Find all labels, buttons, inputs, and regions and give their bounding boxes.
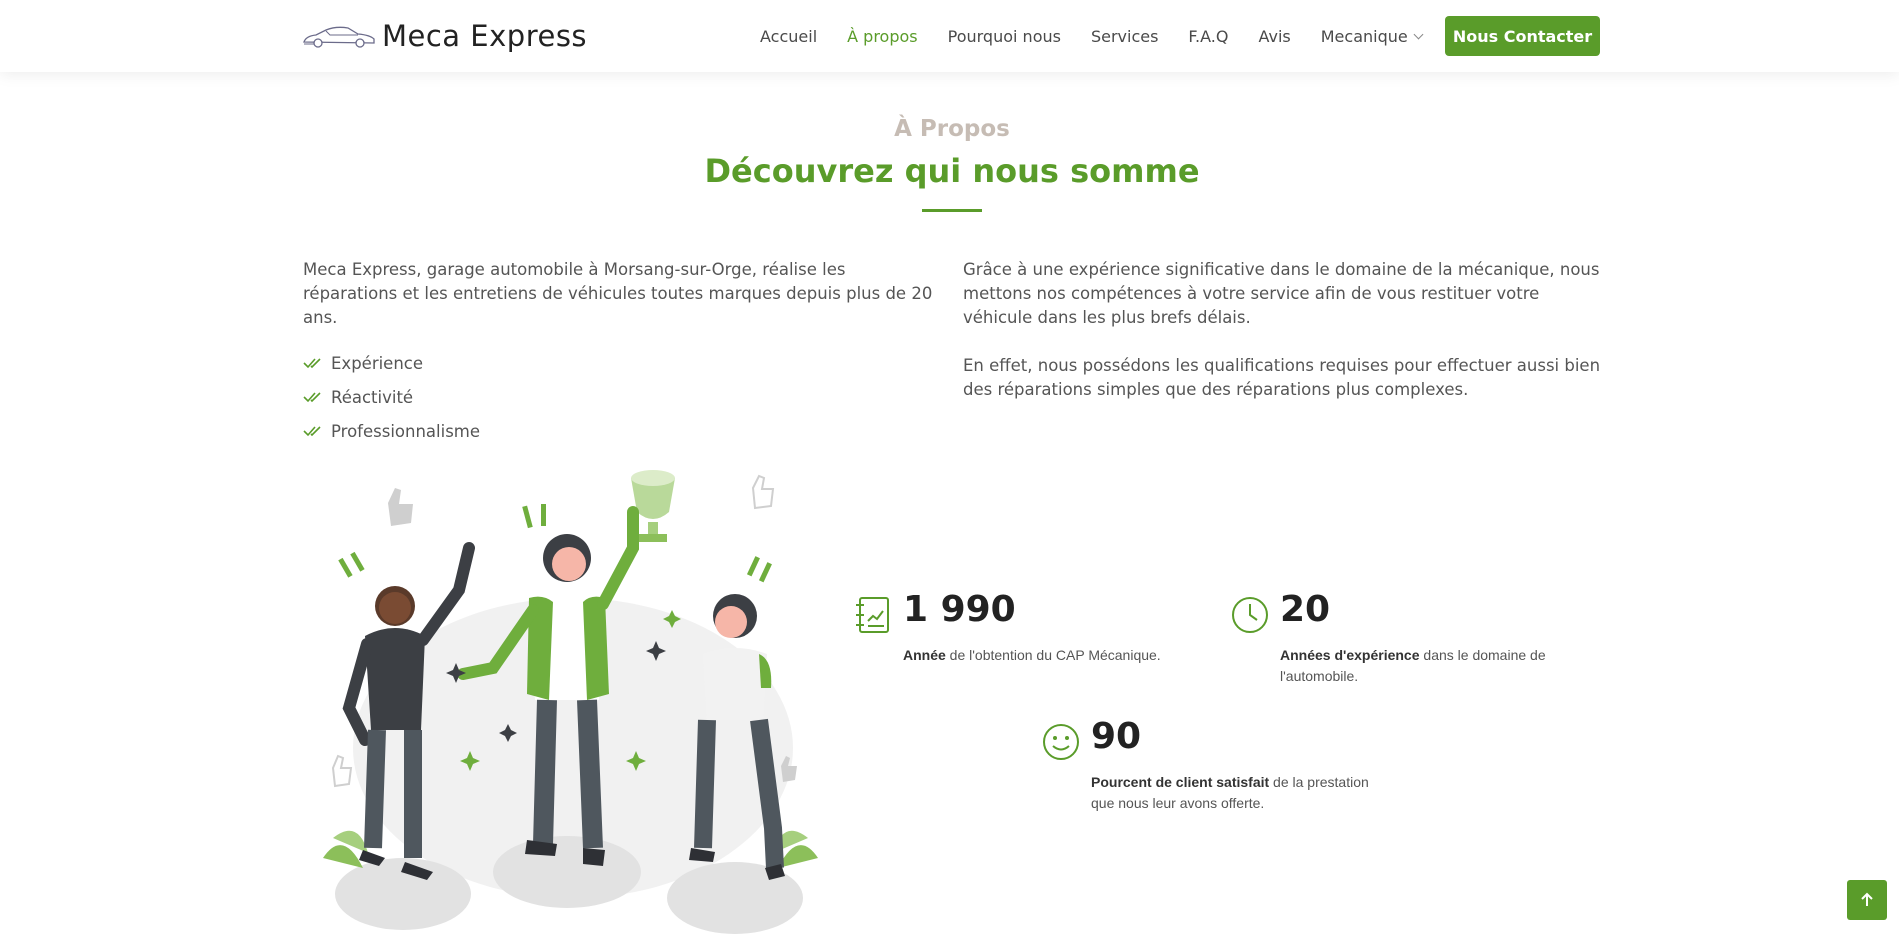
double-check-icon (303, 426, 321, 437)
nav-faq[interactable]: F.A.Q (1188, 27, 1228, 46)
section-eyebrow: À Propos (894, 116, 1010, 142)
stat-value: 1 990 (903, 589, 1016, 630)
values-list: Expérience Réactivité Professionnalisme (303, 346, 933, 448)
nav-a-propos[interactable]: À propos (847, 27, 917, 46)
list-item: Réactivité (303, 380, 933, 414)
stat-strong: Années d'expérience (1280, 647, 1420, 663)
nav-avis[interactable]: Avis (1258, 27, 1290, 46)
nav-pourquoi-nous[interactable]: Pourquoi nous (948, 27, 1061, 46)
about-intro: Meca Express, garage automobile à Morsan… (303, 260, 933, 327)
stat-value: 20 (1280, 589, 1331, 630)
stat-description: Pourcent de client satisfait de la prest… (1091, 772, 1381, 814)
document-chart-icon (856, 597, 889, 633)
arrow-up-icon (1861, 892, 1873, 906)
nav-services[interactable]: Services (1091, 27, 1158, 46)
stat-strong: Année (903, 647, 946, 663)
about-paragraph: En effet, nous possédons les qualificati… (963, 356, 1601, 399)
smile-icon (1043, 724, 1079, 760)
contact-button[interactable]: Nous Contacter (1445, 16, 1600, 56)
chevron-down-icon (1413, 29, 1424, 39)
nav-mecanique[interactable]: Mecanique (1320, 26, 1424, 46)
nav-mecanique-label: Mecanique (1320, 26, 1408, 46)
value-label: Professionnalisme (331, 421, 481, 441)
section-title: Découvrez qui nous somme (704, 152, 1200, 190)
about-left-column: Meca Express, garage automobile à Morsan… (303, 258, 933, 448)
stat-strong: Pourcent de client satisfait (1091, 774, 1270, 790)
about-right-column: Grâce à une expérience significative dan… (963, 258, 1603, 402)
double-check-icon (303, 392, 321, 403)
list-item: Expérience (303, 346, 933, 380)
about-paragraph: Grâce à une expérience significative dan… (963, 260, 1600, 327)
stat-text: de l'obtention du CAP Mécanique. (945, 647, 1161, 663)
main-nav: Accueil À propos Pourquoi nous Services … (760, 16, 1452, 56)
stat-description: Année de l'obtention du CAP Mécanique. (903, 645, 1193, 666)
value-label: Expérience (331, 353, 424, 373)
brand-name: Meca Express (382, 19, 588, 53)
title-divider (922, 209, 982, 212)
team-celebration-illustration (323, 470, 818, 934)
stat-description: Années d'expérience dans le domaine de l… (1280, 645, 1570, 687)
back-to-top-button[interactable] (1847, 880, 1887, 920)
stat-value: 90 (1091, 716, 1142, 757)
value-label: Réactivité (331, 387, 414, 407)
car-logo-icon (303, 26, 375, 48)
nav-accueil[interactable]: Accueil (760, 27, 817, 46)
clock-icon (1232, 597, 1268, 633)
double-check-icon (303, 358, 321, 369)
site-header: Meca Express Accueil À propos Pourquoi n… (0, 0, 1899, 72)
brand-logo[interactable]: Meca Express (302, 16, 587, 56)
list-item: Professionnalisme (303, 414, 933, 448)
